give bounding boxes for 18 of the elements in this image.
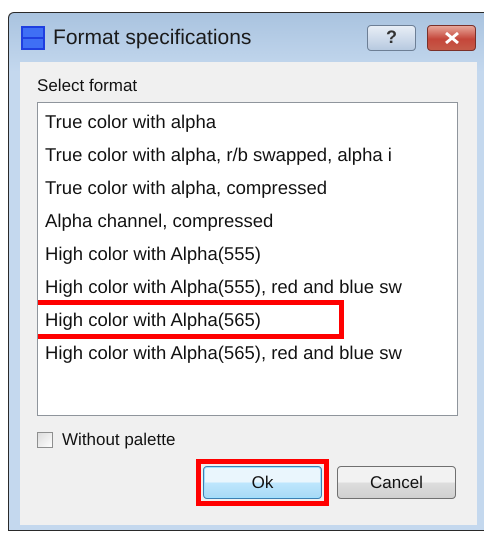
- dialog-button[interactable]: Cancel: [337, 466, 456, 499]
- list-label: Select format: [37, 76, 138, 97]
- format-item[interactable]: True color with alpha: [38, 105, 216, 138]
- help-button[interactable]: ?: [367, 24, 416, 50]
- format-item[interactable]: True color with alpha, compressed: [38, 171, 328, 204]
- format-item[interactable]: True color with alpha, r/b swapped, alpha i: [38, 138, 392, 171]
- format-item[interactable]: Alpha channel, compressed: [38, 204, 274, 237]
- dialog-button[interactable]: Ok: [203, 466, 322, 499]
- checkbox-label[interactable]: Without palette: [62, 430, 176, 450]
- format-item[interactable]: High color with Alpha(555), red and blue sw: [38, 270, 402, 303]
- app-icon: [21, 26, 45, 50]
- window-title: Format specifications: [53, 26, 252, 50]
- format-item[interactable]: High color with Alpha(565): [38, 303, 341, 336]
- format-item[interactable]: High color with Alpha(565), red and blue sw: [38, 336, 402, 369]
- checkbox[interactable]: [37, 432, 53, 448]
- close-button[interactable]: [427, 24, 476, 50]
- format-item[interactable]: High color with Alpha(555): [38, 237, 261, 270]
- close-icon: [442, 32, 460, 44]
